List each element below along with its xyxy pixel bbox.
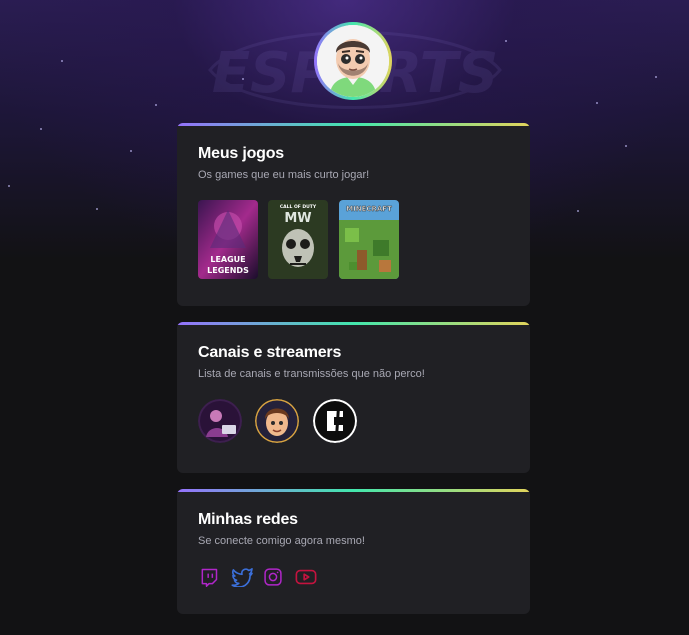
channel-avatar-1[interactable] <box>198 399 242 443</box>
socials-card-subtitle: Se conecte comigo agora mesmo! <box>198 535 365 547</box>
game-minecraft[interactable]: MINECRAFT <box>339 200 399 279</box>
twitch-icon[interactable] <box>199 567 219 587</box>
channels-card: Canais e streamers Lista de canais e tra… <box>177 322 530 473</box>
avatar-image <box>317 25 389 97</box>
game-cod-top: CALL OF DUTY <box>280 204 317 210</box>
channels-card-subtitle: Lista de canais e transmissões que não p… <box>198 368 425 380</box>
channels-card-title: Canais e streamers <box>198 344 342 361</box>
channel-avatar-2[interactable] <box>255 399 299 443</box>
games-card: Meus jogos Os games que eu mais curto jo… <box>177 123 530 306</box>
twitter-icon[interactable] <box>231 567 253 588</box>
game-lol-line2: LEGENDS <box>207 266 249 275</box>
profile-avatar[interactable] <box>314 22 392 100</box>
socials-card: Minhas redes Se conecte comigo agora mes… <box>177 489 530 614</box>
games-card-subtitle: Os games que eu mais curto jogar! <box>198 169 370 181</box>
channel-avatar-3[interactable] <box>313 399 357 443</box>
game-minecraft-logo: MINECRAFT <box>346 205 392 213</box>
game-call-of-duty[interactable]: CALL OF DUTY MW <box>268 200 328 279</box>
game-lol-line1: LEAGUE <box>210 255 245 264</box>
game-league-of-legends[interactable]: LEAGUE LEGENDS <box>198 200 258 279</box>
socials-card-title: Minhas redes <box>198 511 298 528</box>
games-card-title: Meus jogos <box>198 145 285 162</box>
instagram-icon[interactable] <box>263 567 283 587</box>
game-cod-logo: MW <box>284 211 311 226</box>
youtube-icon[interactable] <box>295 567 317 587</box>
